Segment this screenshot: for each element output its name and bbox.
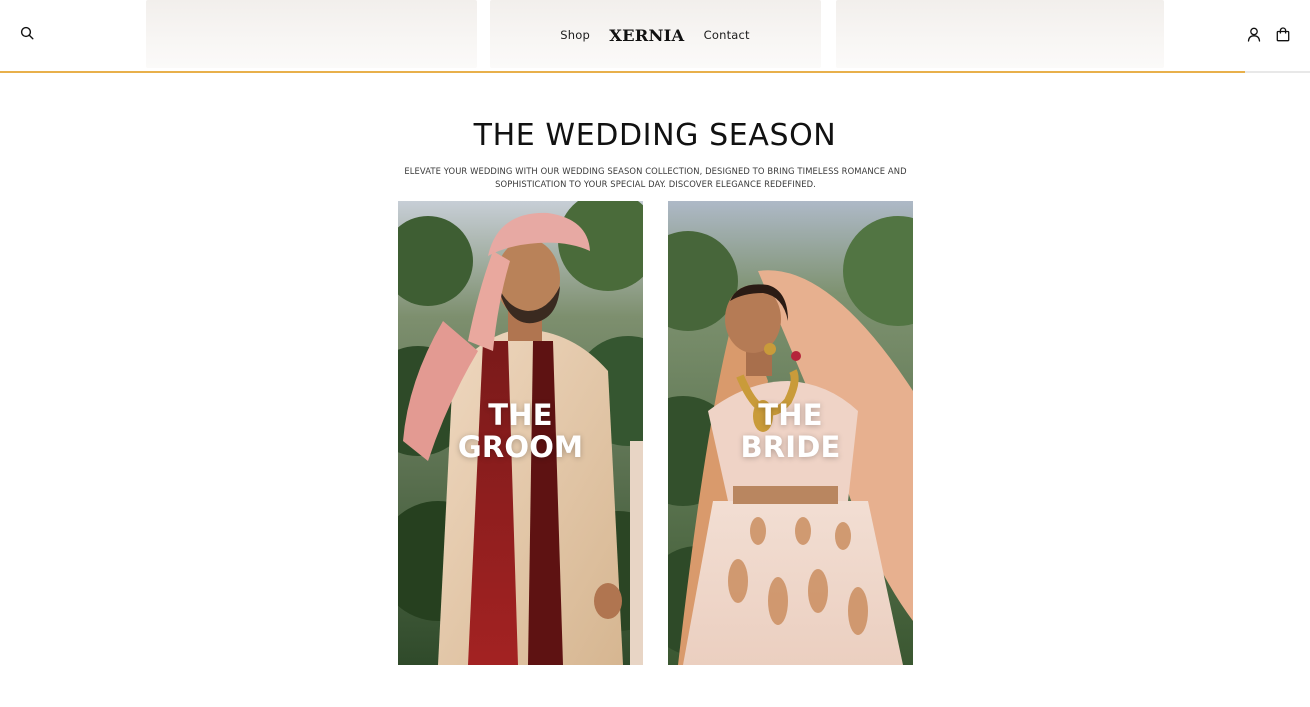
- collection-card-groom[interactable]: THE GROOM: [398, 201, 643, 665]
- brand-logo[interactable]: XERNIA: [609, 26, 684, 45]
- card-label-line: BRIDE: [740, 430, 841, 464]
- cart-button[interactable]: [1271, 22, 1295, 46]
- card-label-line: GROOM: [457, 430, 584, 464]
- scroll-progress-bar: [0, 71, 1245, 73]
- card-label-bride: THE BRIDE: [668, 399, 913, 463]
- main-nav: Shop XERNIA Contact: [0, 24, 1310, 46]
- account-button[interactable]: [1242, 22, 1266, 46]
- header-divider: [0, 71, 1310, 73]
- card-label-line: THE: [758, 398, 823, 432]
- card-label-line: THE: [488, 398, 553, 432]
- nav-link-contact[interactable]: Contact: [704, 28, 750, 42]
- collection-card-bride[interactable]: THE BRIDE: [668, 201, 913, 665]
- shopping-bag-icon: [1276, 26, 1290, 41]
- page-subtitle: ELEVATE YOUR WEDDING WITH OUR WEDDING SE…: [404, 166, 907, 189]
- user-icon: [1247, 27, 1261, 42]
- nav-link-shop[interactable]: Shop: [560, 28, 590, 42]
- card-label-groom: THE GROOM: [398, 399, 643, 463]
- site-header: Shop XERNIA Contact: [0, 0, 1310, 73]
- page-title: THE WEDDING SEASON: [473, 118, 837, 153]
